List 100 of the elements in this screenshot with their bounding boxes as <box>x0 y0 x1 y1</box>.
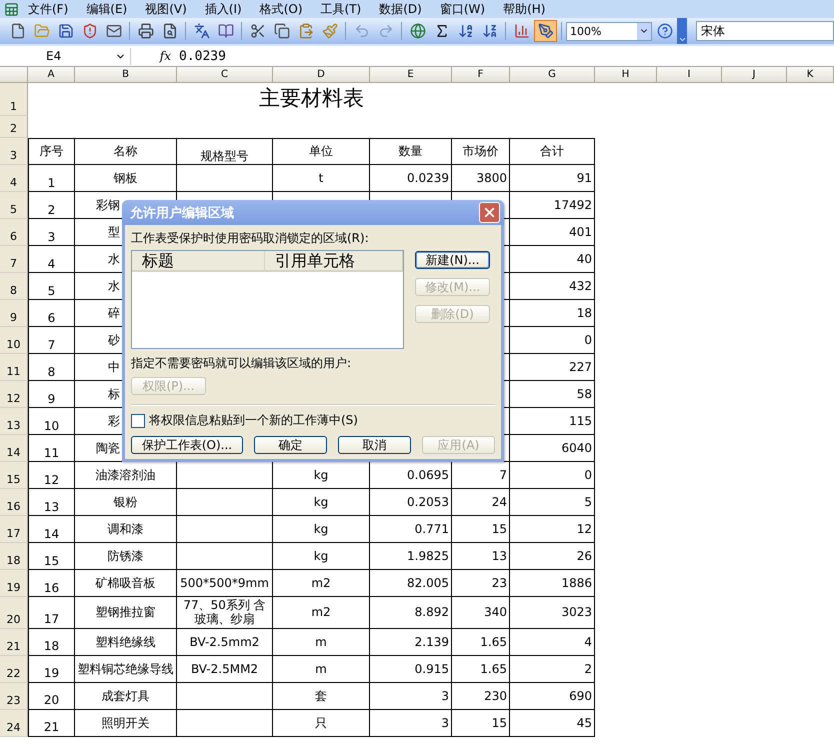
table-cell: 115 <box>510 408 595 435</box>
menu-item[interactable]: 格式(O) <box>250 0 312 18</box>
dialog-button[interactable]: 新建(N)... <box>415 251 490 269</box>
table-cell: 8.892 <box>370 597 452 629</box>
row-header[interactable]: 21 <box>0 628 28 656</box>
row-header[interactable]: 16 <box>0 489 28 516</box>
zoom-dropdown[interactable]: 100% <box>566 22 652 40</box>
table-cell: 1.65 <box>452 628 510 656</box>
table-cell: 1.9825 <box>370 543 452 570</box>
table-cell: 4 <box>28 246 75 273</box>
table-cell: 9 <box>28 381 75 408</box>
row-header[interactable]: 4 <box>0 165 28 192</box>
column-header[interactable]: F <box>452 67 510 83</box>
row-header[interactable]: 13 <box>0 408 28 435</box>
menu-item[interactable]: 插入(I) <box>196 0 251 18</box>
row-header[interactable]: 8 <box>0 273 28 300</box>
column-heading: 单位 <box>273 138 370 165</box>
table-cell: m <box>273 628 370 656</box>
table-cell: 矿棉吸音板 <box>75 570 177 597</box>
scissors-icon <box>250 23 266 39</box>
row-header[interactable]: 11 <box>0 354 28 381</box>
list-column-header[interactable]: 标题 <box>132 251 265 270</box>
row-header[interactable]: 7 <box>0 246 28 273</box>
regions-list[interactable]: 标题 引用单元格 <box>131 250 404 349</box>
row-header[interactable]: 9 <box>0 300 28 327</box>
table-cell: 12 <box>510 516 595 543</box>
menu-item[interactable]: 帮助(H) <box>494 0 554 18</box>
table-cell: 塑料铜芯绝缘导线 <box>75 656 177 683</box>
menu-item[interactable]: 数据(D) <box>370 0 431 18</box>
row-header[interactable]: 10 <box>0 327 28 354</box>
table-cell: 0 <box>510 462 595 489</box>
table-cell: 26 <box>510 543 595 570</box>
list-column-header[interactable]: 引用单元格 <box>265 251 403 270</box>
column-header[interactable]: K <box>787 67 834 83</box>
row-header[interactable]: 1 <box>0 83 28 116</box>
table-cell: 401 <box>510 219 595 246</box>
formula-field[interactable]: 0.0239 <box>179 48 226 64</box>
menu-item[interactable]: 视图(V) <box>136 0 196 18</box>
row-header[interactable]: 23 <box>0 682 28 710</box>
table-cell: 690 <box>510 682 595 710</box>
table-cell: 20 <box>28 682 75 710</box>
row-header[interactable]: 14 <box>0 435 28 462</box>
dialog-button[interactable]: 确定 <box>254 436 327 454</box>
table-cell: 成套灯具 <box>75 682 177 710</box>
row-header[interactable]: 17 <box>0 516 28 543</box>
dialog-button[interactable]: 取消 <box>338 436 411 454</box>
column-header[interactable]: C <box>177 67 273 83</box>
row-header[interactable]: 12 <box>0 381 28 408</box>
column-header[interactable]: G <box>510 67 595 83</box>
row-header[interactable]: 22 <box>0 656 28 683</box>
pen-button[interactable] <box>534 20 557 42</box>
translate-icon <box>194 23 210 39</box>
row-header[interactable]: 24 <box>0 710 28 737</box>
row-header[interactable]: 19 <box>0 570 28 597</box>
table-cell: 500*500*9mm <box>177 570 273 597</box>
help-icon <box>656 23 672 39</box>
table-cell: 1886 <box>510 570 595 597</box>
menu-item[interactable]: 文件(F) <box>19 0 78 18</box>
column-header[interactable]: J <box>722 67 787 83</box>
book-icon <box>218 23 234 39</box>
table-cell: BV-2.5MM2 <box>177 656 273 683</box>
table-cell: 0.0239 <box>370 165 452 192</box>
table-cell: kg <box>273 543 370 570</box>
table-cell: 432 <box>510 273 595 300</box>
column-header[interactable]: D <box>273 67 370 83</box>
column-header[interactable]: I <box>657 67 722 83</box>
row-header[interactable]: 3 <box>0 138 28 165</box>
checkbox[interactable] <box>131 414 145 428</box>
paintbrush-icon <box>322 23 338 39</box>
row-header[interactable]: 6 <box>0 219 28 246</box>
font-field[interactable]: 宋体 <box>696 21 834 41</box>
menu-item[interactable]: 窗口(W) <box>430 0 494 18</box>
column-header[interactable]: A <box>28 67 75 83</box>
table-cell: 8 <box>28 354 75 381</box>
table-cell: 0.915 <box>370 656 452 683</box>
printer-icon <box>138 23 154 39</box>
table-cell: 77、50系列 含玻璃、纱扇 <box>177 597 273 629</box>
row-header[interactable]: 2 <box>0 116 28 138</box>
row-header[interactable]: 5 <box>0 192 28 219</box>
close-button[interactable] <box>479 202 500 223</box>
dialog-button[interactable]: 保护工作表(O)... <box>131 436 243 454</box>
table-cell: kg <box>273 516 370 543</box>
column-header[interactable]: B <box>75 67 177 83</box>
row-header[interactable]: 18 <box>0 543 28 570</box>
table-cell: m2 <box>273 570 370 597</box>
spreadsheet-icon[interactable] <box>4 2 19 16</box>
row-header[interactable]: 15 <box>0 462 28 489</box>
row-header[interactable]: 20 <box>0 597 28 629</box>
column-header[interactable]: H <box>595 67 657 83</box>
menu-item[interactable]: 工具(T) <box>312 0 370 18</box>
column-header[interactable]: E <box>370 67 452 83</box>
table-cell: 塑钢推拉窗 <box>75 597 177 629</box>
table-cell: 91 <box>510 165 595 192</box>
sort-descending-icon <box>482 23 498 39</box>
menu-item[interactable]: 编辑(E) <box>77 0 136 18</box>
function-label[interactable]: fx <box>131 49 179 63</box>
table-cell: 7 <box>28 327 75 354</box>
table-cell: 调和漆 <box>75 516 177 543</box>
table-cell: 10 <box>28 408 75 435</box>
name-box[interactable]: E4 <box>0 48 131 64</box>
